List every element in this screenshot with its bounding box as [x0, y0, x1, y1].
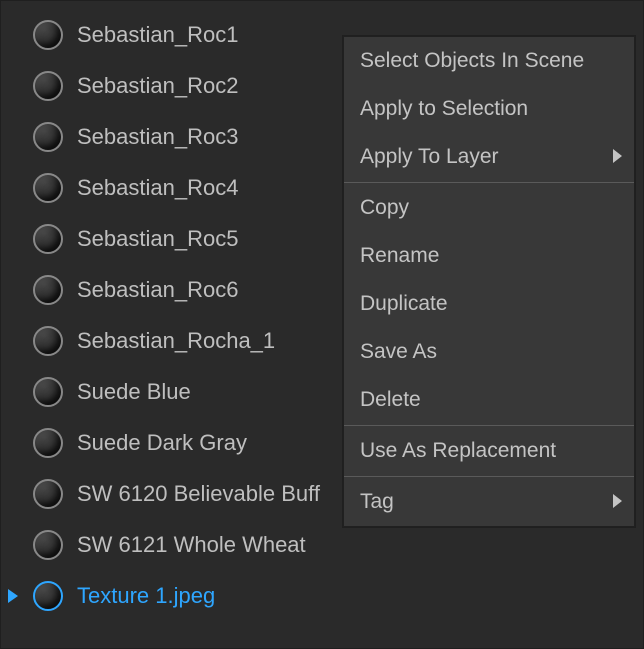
- material-label: SW 6121 Whole Wheat: [77, 532, 306, 558]
- menu-separator: [344, 476, 634, 477]
- material-label: Sebastian_Rocha_1: [77, 328, 275, 354]
- material-swatch-icon: [33, 581, 63, 611]
- menu-item-use-as-replacement[interactable]: Use As Replacement: [344, 427, 634, 475]
- material-swatch-icon: [33, 20, 63, 50]
- menu-item-tag[interactable]: Tag: [344, 478, 634, 526]
- material-swatch-icon: [33, 275, 63, 305]
- menu-item-label: Apply To Layer: [360, 145, 499, 169]
- material-swatch-icon: [33, 71, 63, 101]
- material-label: Sebastian_Roc2: [77, 73, 238, 99]
- menu-item-delete[interactable]: Delete: [344, 376, 634, 424]
- material-swatch-icon: [33, 428, 63, 458]
- material-swatch-icon: [33, 377, 63, 407]
- menu-item-apply-to-selection[interactable]: Apply to Selection: [344, 85, 634, 133]
- material-row[interactable]: Texture 1.jpeg: [1, 570, 643, 621]
- menu-item-label: Save As: [360, 340, 437, 364]
- submenu-arrow-icon: [613, 145, 622, 169]
- material-label: Texture 1.jpeg: [77, 583, 215, 609]
- material-swatch-icon: [33, 326, 63, 356]
- material-swatch-icon: [33, 122, 63, 152]
- menu-item-label: Copy: [360, 196, 409, 220]
- material-swatch-icon: [33, 173, 63, 203]
- menu-item-apply-to-layer[interactable]: Apply To Layer: [344, 133, 634, 181]
- menu-item-label: Apply to Selection: [360, 97, 528, 121]
- menu-item-duplicate[interactable]: Duplicate: [344, 280, 634, 328]
- material-label: Suede Dark Gray: [77, 430, 247, 456]
- menu-item-label: Rename: [360, 244, 439, 268]
- material-label: Sebastian_Roc5: [77, 226, 238, 252]
- material-swatch-icon: [33, 479, 63, 509]
- menu-item-label: Use As Replacement: [360, 439, 556, 463]
- menu-item-copy[interactable]: Copy: [344, 184, 634, 232]
- menu-item-label: Delete: [360, 388, 421, 412]
- menu-item-save-as[interactable]: Save As: [344, 328, 634, 376]
- material-label: SW 6120 Believable Buff: [77, 481, 320, 507]
- menu-item-rename[interactable]: Rename: [344, 232, 634, 280]
- material-swatch-icon: [33, 224, 63, 254]
- material-label: Sebastian_Roc1: [77, 22, 238, 48]
- materials-panel: Sebastian_Roc1 Sebastian_Roc2 Sebastian_…: [0, 0, 644, 649]
- material-label: Sebastian_Roc4: [77, 175, 238, 201]
- context-menu: Select Objects In Scene Apply to Selecti…: [343, 36, 635, 527]
- menu-item-label: Select Objects In Scene: [360, 49, 584, 73]
- menu-item-label: Duplicate: [360, 292, 448, 316]
- material-label: Suede Blue: [77, 379, 191, 405]
- menu-separator: [344, 182, 634, 183]
- submenu-arrow-icon: [613, 490, 622, 514]
- material-swatch-icon: [33, 530, 63, 560]
- menu-item-select-objects-in-scene[interactable]: Select Objects In Scene: [344, 37, 634, 85]
- menu-separator: [344, 425, 634, 426]
- material-label: Sebastian_Roc3: [77, 124, 238, 150]
- material-label: Sebastian_Roc6: [77, 277, 238, 303]
- selected-arrow-icon: [8, 583, 18, 609]
- menu-item-label: Tag: [360, 490, 394, 514]
